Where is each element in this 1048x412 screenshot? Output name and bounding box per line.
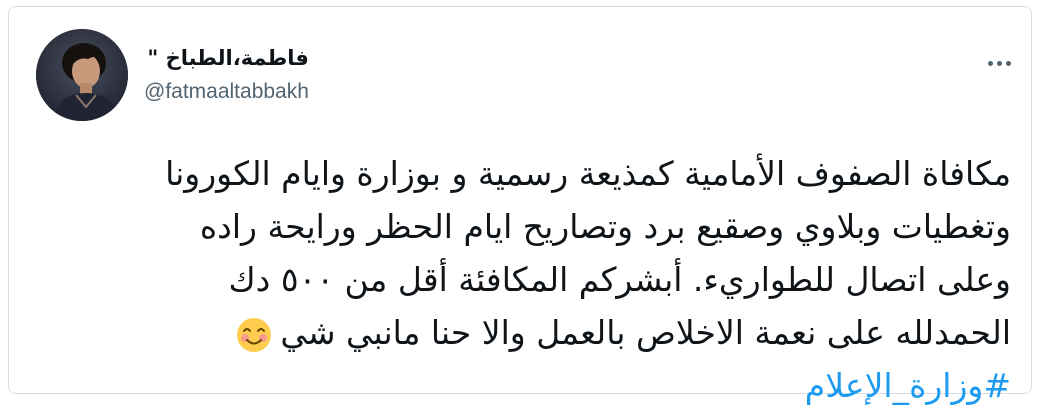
avatar[interactable] bbox=[36, 29, 128, 121]
author-handle[interactable]: @fatmaaltabbakh bbox=[144, 79, 309, 105]
tweet-card: فاطمة،الطباخ " @fatmaaltabbakh مكافاة ال… bbox=[8, 6, 1032, 405]
profile-photo-icon bbox=[36, 29, 128, 121]
tweet-text-line: مكافاة الصفوف الأمامية كمذيعة رسمية و بو… bbox=[165, 154, 1011, 193]
tweet-text-line-with-emoji: الحمدلله على نعمة الاخلاص بالعمل والا حن… bbox=[33, 306, 1011, 359]
more-options-icon-dot bbox=[996, 60, 1002, 66]
tweet-text-line: الحمدلله على نعمة الاخلاص بالعمل والا حن… bbox=[280, 313, 1011, 352]
hashtag-link[interactable]: #وزارة_الإعلام bbox=[805, 366, 1011, 405]
author-block[interactable]: فاطمة،الطباخ " @fatmaaltabbakh bbox=[144, 45, 309, 105]
smiling-face-emoji-icon bbox=[237, 317, 272, 352]
more-options-button[interactable] bbox=[981, 49, 1017, 77]
hashtag-line: #وزارة_الإعلام bbox=[33, 359, 1011, 412]
tweet-header: فاطمة،الطباخ " @fatmaaltabbakh bbox=[9, 7, 1031, 127]
tweet-text: مكافاة الصفوف الأمامية كمذيعة رسمية و بو… bbox=[33, 147, 1011, 412]
author-display-name[interactable]: فاطمة،الطباخ " bbox=[144, 45, 309, 71]
tweet-text-line: وعلى اتصال للطواريء. أبشركم المكافئة أقل… bbox=[228, 260, 1011, 299]
more-options-icon-dot bbox=[1005, 60, 1011, 66]
more-options-icon bbox=[987, 60, 993, 66]
tweet-text-line: وتغطيات وبلاوي وصقيع برد وتصاريح ايام ال… bbox=[199, 207, 1011, 246]
